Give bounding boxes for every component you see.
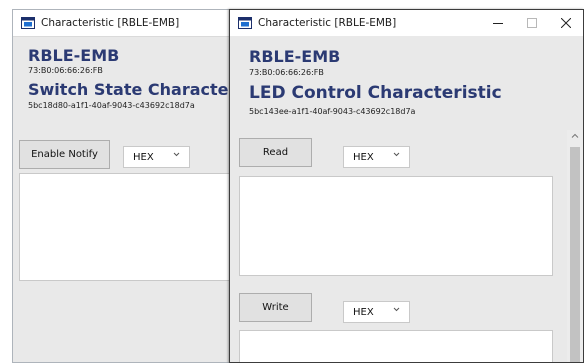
read-button[interactable]: Read (239, 138, 312, 167)
maximize-icon (527, 18, 537, 28)
characteristic-name: LED Control Characteristic (249, 83, 502, 103)
window-title: Characteristic [RBLE-EMB] (258, 17, 397, 29)
close-button[interactable] (549, 10, 583, 36)
chevron-up-icon[interactable] (571, 133, 579, 139)
format-select[interactable]: HEX (123, 146, 190, 168)
device-name: RBLE-EMB (249, 47, 341, 66)
maximize-button[interactable] (515, 10, 549, 36)
title-bar[interactable]: Characteristic [RBLE-EMB] (230, 10, 583, 36)
format-select-value: HEX (133, 151, 154, 163)
enable-notify-button[interactable]: Enable Notify (19, 140, 110, 169)
window-title: Characteristic [RBLE-EMB] (41, 17, 180, 29)
close-icon (561, 18, 571, 28)
write-format-select-value: HEX (353, 306, 374, 318)
device-address: 73:B0:06:66:26:FB (28, 66, 103, 75)
characteristic-uuid: 5bc143ee-a1f1-40af-9043-c43692c18d7a (249, 107, 416, 116)
write-button[interactable]: Write (239, 293, 312, 322)
chevron-down-icon (173, 152, 180, 157)
read-format-select-value: HEX (353, 151, 374, 163)
chevron-down-icon (393, 307, 400, 312)
device-name: RBLE-EMB (28, 46, 120, 65)
app-window-icon (21, 17, 35, 29)
vertical-scrollbar[interactable] (567, 130, 583, 362)
write-value-textbox[interactable] (239, 330, 553, 362)
device-address: 73:B0:06:66:26:FB (249, 68, 324, 77)
read-format-select[interactable]: HEX (343, 146, 410, 168)
write-format-select[interactable]: HEX (343, 301, 410, 323)
led-control-window[interactable]: Characteristic [RBLE-EMB] RBLE-EMB 73:B0… (229, 9, 584, 363)
read-value-textbox[interactable] (239, 176, 553, 276)
chevron-down-icon (393, 152, 400, 157)
minimize-button[interactable] (481, 10, 515, 36)
scrollbar-thumb[interactable] (570, 147, 580, 362)
app-window-icon (238, 17, 252, 29)
minimize-icon (493, 23, 503, 24)
characteristic-uuid: 5bc18d80-a1f1-40af-9043-c43692c18d7a (28, 101, 195, 110)
